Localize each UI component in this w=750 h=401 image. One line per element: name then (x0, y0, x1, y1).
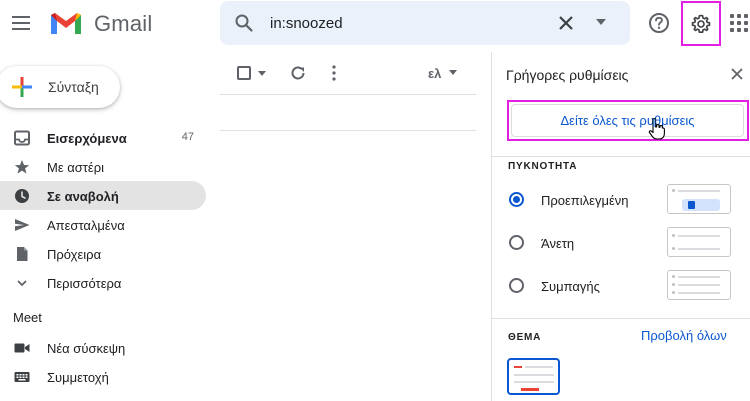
sidebar-item-label: Απεσταλμένα (47, 218, 125, 233)
unread-count: 47 (181, 131, 194, 143)
clear-search-icon[interactable] (556, 13, 576, 33)
meet-section-title: Meet (13, 310, 42, 325)
gear-icon[interactable] (691, 14, 711, 34)
clock-icon (15, 189, 29, 203)
panel-title: Γρήγορες ρυθμίσεις (506, 67, 629, 83)
chevron-down-icon (17, 280, 27, 287)
density-option-label: Συμπαγής (541, 279, 600, 294)
select-all-checkbox[interactable] (237, 66, 251, 80)
search-input[interactable] (270, 11, 530, 35)
compose-button[interactable]: Σύνταξη (0, 66, 120, 108)
input-language-dropdown-icon[interactable] (449, 70, 457, 75)
density-option-label: Άνετη (541, 236, 575, 251)
settings-highlight (681, 1, 721, 46)
density-preview-compact (667, 270, 731, 300)
theme-section-label: ΘΕΜΑ (508, 332, 542, 343)
sidebar-item-label: Εισερχόμενα (47, 131, 127, 146)
theme-view-all-link[interactable]: Προβολή όλων (641, 328, 727, 343)
sidebar-item-inbox[interactable]: Εισερχόμενα 47 (0, 123, 206, 152)
sidebar-item-join-meeting[interactable]: Συμμετοχή (0, 362, 206, 391)
keyboard-icon (14, 372, 30, 382)
list-divider (220, 130, 476, 131)
more-vert-icon[interactable] (332, 65, 336, 81)
star-icon (14, 160, 30, 174)
inbox-icon (14, 130, 30, 146)
panel-divider (492, 156, 750, 157)
density-option-default[interactable]: Προεπιλεγμένη (508, 180, 748, 220)
see-all-settings-button[interactable]: Δείτε όλες τις ρυθμίσεις (511, 104, 744, 137)
density-preview-default (667, 184, 731, 214)
sidebar-item-label: Πρόχειρα (47, 247, 102, 262)
sidebar-item-label: Σε αναβολή (47, 189, 119, 204)
sidebar-nav: Εισερχόμενα 47 Με αστέρι Σε αναβολή Απεσ… (0, 123, 220, 297)
plus-icon (12, 77, 32, 97)
search-bar[interactable] (220, 1, 630, 45)
refresh-icon[interactable] (289, 64, 307, 82)
sidebar-item-snoozed[interactable]: Σε αναβολή (0, 181, 206, 210)
search-icon[interactable] (234, 13, 254, 33)
density-option-compact[interactable]: Συμπαγής (508, 266, 748, 306)
main-menu-button[interactable] (12, 13, 32, 33)
radio-button[interactable] (509, 192, 524, 207)
see-all-settings-highlight: Δείτε όλες τις ρυθμίσεις (507, 100, 749, 141)
density-option-label: Προεπιλεγμένη (541, 193, 629, 208)
brand-name: Gmail (94, 11, 153, 36)
gmail-logo[interactable] (49, 10, 83, 36)
density-option-comfortable[interactable]: Άνετη (508, 223, 748, 263)
density-preview-comfortable (667, 227, 731, 257)
radio-button[interactable] (509, 278, 524, 293)
density-section-label: ΠΥΚΝΟΤΗΤΑ (508, 161, 578, 172)
panel-divider (492, 318, 750, 319)
draft-icon (17, 247, 28, 261)
theme-preview-default[interactable] (507, 358, 560, 395)
sidebar-item-label: Νέα σύσκεψη (47, 341, 126, 356)
sidebar-item-new-meeting[interactable]: Νέα σύσκεψη (0, 333, 206, 362)
sidebar-item-starred[interactable]: Με αστέρι (0, 152, 206, 181)
radio-button[interactable] (509, 235, 524, 250)
sidebar-item-label: Με αστέρι (47, 160, 104, 175)
apps-grid-icon[interactable] (730, 14, 748, 32)
close-icon[interactable] (730, 67, 744, 81)
search-options-dropdown-icon[interactable] (596, 19, 606, 25)
video-icon (14, 343, 30, 353)
sidebar-item-more[interactable]: Περισσότερα (0, 268, 206, 297)
compose-label: Σύνταξη (48, 79, 99, 95)
list-divider (220, 94, 476, 95)
hamburger-icon (12, 16, 30, 18)
sidebar-item-label: Περισσότερα (47, 276, 122, 291)
input-language-button[interactable]: ελ (428, 66, 441, 81)
hand-cursor-icon (648, 118, 665, 140)
sidebar-item-label: Συμμετοχή (47, 370, 109, 385)
sidebar-item-sent[interactable]: Απεσταλμένα (0, 210, 206, 239)
meet-nav: Νέα σύσκεψη Συμμετοχή (0, 333, 220, 391)
send-icon (15, 219, 30, 231)
quick-settings-panel: Γρήγορες ρυθμίσεις Δείτε όλες τις ρυθμίσ… (491, 52, 750, 401)
sidebar-item-drafts[interactable]: Πρόχειρα (0, 239, 206, 268)
select-dropdown-icon[interactable] (258, 71, 266, 76)
help-icon[interactable] (648, 12, 670, 34)
